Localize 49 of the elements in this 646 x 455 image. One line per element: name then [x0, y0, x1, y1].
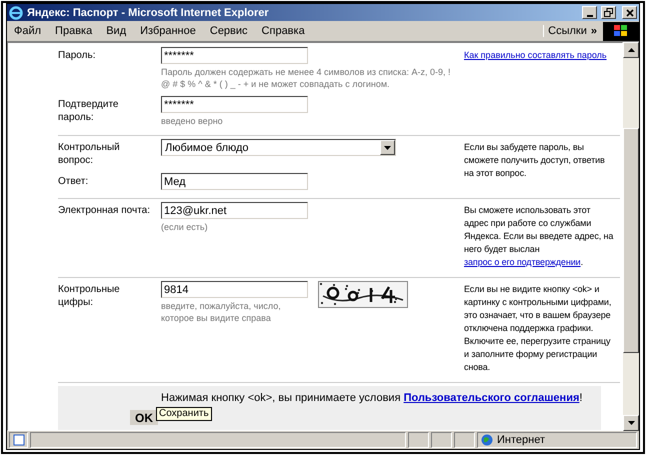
- field-hint: введите, пожалуйста, число, которое вы видите справа: [161, 300, 282, 324]
- browser-icon: [9, 6, 23, 20]
- field-label: Ответ:: [58, 175, 90, 188]
- input-field[interactable]: 9814: [161, 281, 308, 298]
- help-note: Если вы не видите кнопку <ok> и картинку с контрольными цифрами, это означает, что в вашем браузере отключена поддержка графики. Включите ее, перегрузите страницу и заполните форму регистрации снова.: [464, 283, 612, 374]
- close-button[interactable]: [622, 6, 637, 19]
- menu-item[interactable]: Правка: [48, 25, 100, 37]
- menu-item[interactable]: Файл: [7, 25, 48, 37]
- help-note: Если вы забудете пароль, вы сможете получить доступ, ответив на этот вопрос.: [464, 141, 606, 180]
- input-field[interactable]: Мед: [161, 173, 308, 190]
- input-field[interactable]: *******: [161, 47, 308, 64]
- field-hint: Пароль должен содержать не менее 4 символов из списка: A-z, 0-9, ! @ # $ % ^ & * ( ) _ - + и не может совпадать с логином.: [161, 66, 452, 90]
- restore-icon: [604, 8, 613, 17]
- minimize-icon: [586, 14, 592, 16]
- input-field[interactable]: *******: [161, 96, 308, 113]
- field-label: Подтвердите пароль:: [58, 98, 120, 124]
- tooltip: Сохранить: [156, 407, 212, 421]
- restore-button[interactable]: [601, 6, 616, 19]
- help-note: Вы сможете использовать этот адрес при работе со службами Яндекса. Если вы введете адрес, на него будет выслан запрос о его подтверждении.: [464, 204, 614, 269]
- globe-icon: [481, 434, 493, 446]
- field-hint: введено верно: [161, 115, 224, 127]
- menu-item[interactable]: Вид: [99, 25, 134, 37]
- links-label[interactable]: Ссылки: [543, 25, 591, 37]
- scroll-thumb[interactable]: [623, 128, 639, 353]
- field-label: Электронная почта:: [58, 204, 152, 217]
- zone-label: Интернет: [497, 434, 545, 446]
- field-hint: (если есть): [161, 221, 209, 233]
- field-label: Пароль:: [58, 49, 96, 62]
- menu-item[interactable]: Сервис: [202, 25, 255, 37]
- dropdown-field[interactable]: Любимое блюдо: [161, 139, 396, 156]
- page-icon: [13, 434, 25, 446]
- input-field[interactable]: 123@ukr.net: [161, 202, 308, 219]
- field-label: Контрольный вопрос:: [58, 141, 121, 167]
- scrollbar[interactable]: [623, 42, 639, 431]
- agreement-link[interactable]: Пользовательского соглашения: [404, 392, 580, 404]
- help-link[interactable]: Как правильно составлять пароль: [464, 47, 614, 127]
- menu-item[interactable]: Справка: [254, 25, 312, 37]
- down-arrow-icon: [628, 421, 634, 425]
- caret-icon: [384, 146, 391, 150]
- close-icon: [626, 8, 634, 16]
- menu-item[interactable]: Избранное: [133, 25, 203, 37]
- chevron[interactable]: »: [590, 25, 603, 37]
- minimize-button[interactable]: [582, 6, 597, 19]
- agreement-text: Нажимая кнопку <ok>, вы принимаете условия Пользовательского соглашения!: [161, 392, 582, 404]
- up-arrow-icon: [628, 48, 634, 52]
- help-link[interactable]: запрос о его подтверждении: [464, 257, 581, 267]
- field-label: Контрольные цифры:: [58, 283, 121, 309]
- window-title: Яндекс: Паспорт - Microsoft Internet Explorer: [27, 6, 270, 18]
- ok-button[interactable]: OK: [130, 410, 158, 425]
